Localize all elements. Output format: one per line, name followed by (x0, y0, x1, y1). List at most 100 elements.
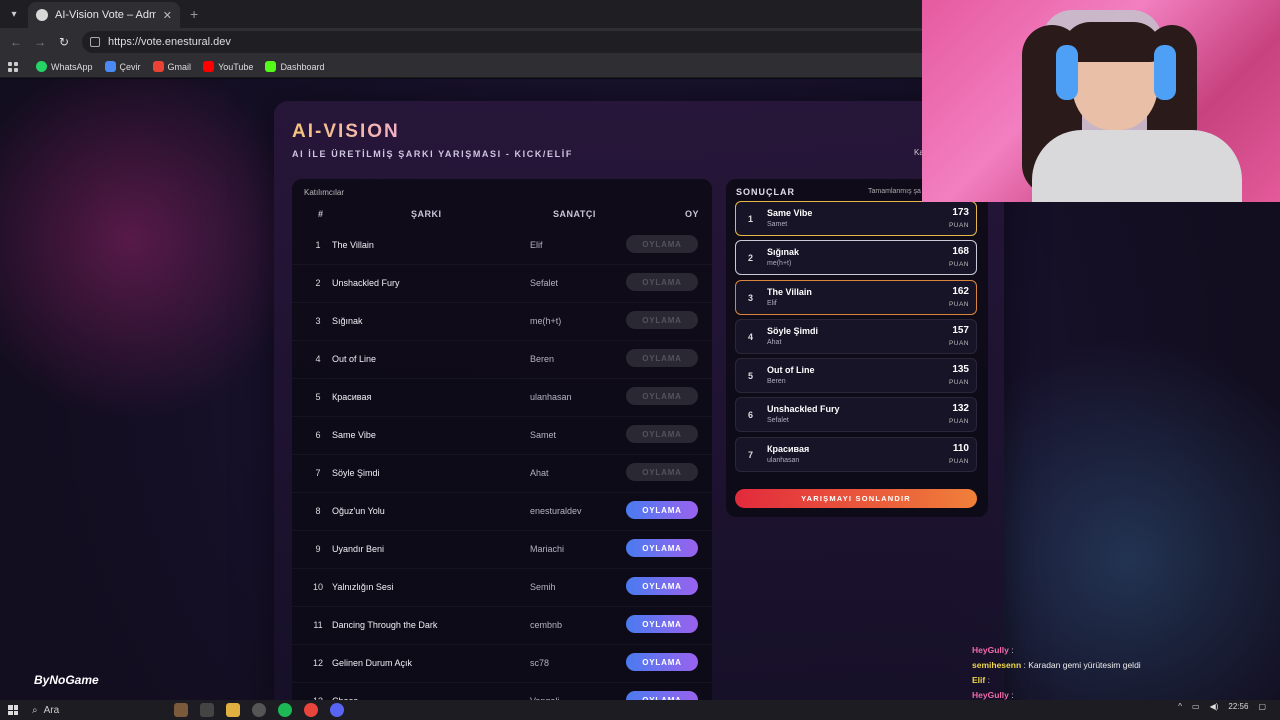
notification-icon[interactable]: ▢ (1258, 702, 1266, 711)
result-artist: ulanhasan (767, 456, 800, 464)
taskbar-widget-icon[interactable] (174, 703, 188, 717)
vote-button[interactable]: OYLAMA (626, 615, 698, 633)
youtube-icon (203, 61, 215, 72)
vote-button[interactable]: OYLAMA (626, 501, 698, 519)
row-song: The Villain (332, 240, 374, 250)
row-song: Unshackled Fury (332, 278, 400, 288)
chat-text: Karadan gemi yürütesim geldi (1028, 660, 1141, 670)
tab-title: AI-Vision Vote – Admin (55, 9, 156, 21)
chat-username: HeyGully (972, 690, 1009, 700)
result-rank: 2 (748, 253, 754, 264)
task-view-icon[interactable] (200, 703, 214, 717)
row-artist: Ahat (530, 468, 549, 478)
chat-separator: : (1008, 645, 1014, 655)
tab-search-chevron-icon[interactable]: ▾ (0, 0, 28, 28)
vote-button[interactable]: OYLAMA (626, 463, 698, 481)
column-header-song: ŞARKI (411, 209, 442, 219)
vote-button[interactable]: OYLAMA (626, 311, 698, 329)
row-song: Yalnızlığın Sesi (332, 582, 394, 592)
vote-button[interactable]: OYLAMA (626, 425, 698, 443)
table-row: 2 Unshackled Fury Sefalet OYLAMA (292, 265, 712, 303)
row-artist: Samet (530, 430, 557, 440)
vote-button[interactable]: OYLAMA (626, 235, 698, 253)
browser-tab[interactable]: AI-Vision Vote – Admin ✕ (28, 2, 180, 28)
row-artist: me(h+t) (530, 316, 562, 326)
vote-button[interactable]: OYLAMA (626, 653, 698, 671)
bookmark-youtube[interactable]: YouTube (203, 61, 253, 72)
row-number: 5 (315, 392, 321, 402)
chat-separator: : (985, 675, 990, 685)
table-row: 1 The Villain Elif OYLAMA (292, 227, 712, 265)
row-number: 9 (315, 544, 321, 554)
bookmark-dashboard[interactable]: Dashboard (265, 61, 324, 72)
network-icon[interactable]: ▭ (1192, 702, 1200, 711)
whatsapp-icon (36, 61, 47, 72)
result-rank: 3 (748, 292, 754, 303)
url-field[interactable]: https://vote.enestural.dev (82, 31, 982, 53)
windows-start-icon[interactable] (8, 705, 18, 715)
taskbar-search[interactable]: ⌕ Ara (32, 702, 162, 718)
spotify-icon[interactable] (278, 703, 292, 717)
bookmark-cevir[interactable]: Çevir (104, 61, 141, 72)
result-item: 3 The Villain Elif 162 PUAN (735, 279, 977, 315)
back-icon[interactable]: ← (6, 32, 26, 52)
result-points-label: PUAN (948, 261, 969, 269)
vote-button[interactable]: OYLAMA (626, 349, 698, 367)
system-tray: ^ ▭ ◀) 22:56 ▢ (1178, 702, 1266, 711)
row-song: Uyandır Beni (332, 544, 385, 554)
tab-close-icon[interactable]: ✕ (163, 9, 172, 22)
chat-separator: : (1008, 690, 1014, 700)
result-item: 5 Out of Line Beren 135 PUAN (735, 358, 977, 394)
result-points-label: PUAN (948, 379, 969, 387)
discord-icon[interactable] (330, 703, 344, 717)
apps-grid-icon[interactable] (8, 61, 18, 72)
taskbar-search-label: Ara (43, 704, 60, 716)
translate-icon (104, 61, 116, 72)
chat-username: semihesenn (972, 660, 1022, 670)
row-artist: sc78 (530, 658, 550, 668)
forward-icon[interactable]: → (30, 32, 50, 52)
tray-chevron-icon[interactable]: ^ (1178, 702, 1182, 711)
chat-message: semihesenn : Karadan gemi yürütesim geld… (972, 660, 1272, 675)
table-row: 11 Dancing Through the Dark cembnb OYLAMA (292, 607, 712, 645)
bookmark-gmail[interactable]: Gmail (152, 61, 191, 72)
vote-button[interactable]: OYLAMA (626, 387, 698, 405)
table-row: 9 Uyandır Beni Mariachi OYLAMA (292, 531, 712, 569)
vote-button[interactable]: OYLAMA (626, 539, 698, 557)
vote-button[interactable]: OYLAMA (626, 273, 698, 291)
result-rank: 7 (748, 449, 754, 460)
admin-card: AI-VISION AI İLE ÜRETİLMİŞ ŞARKI YARIŞMA… (274, 101, 1004, 701)
chrome-icon[interactable] (304, 703, 318, 717)
participants-heading: Katılımcılar (304, 188, 345, 197)
row-artist: Beren (530, 354, 555, 364)
reload-icon[interactable]: ↻ (54, 32, 74, 52)
site-info-icon[interactable] (90, 37, 100, 47)
obs-icon[interactable] (252, 703, 266, 717)
row-song: Dancing Through the Dark (332, 620, 438, 630)
webcam-overlay (922, 0, 1280, 202)
chat-username: HeyGully (972, 645, 1009, 655)
result-artist: me(h+t) (767, 260, 792, 268)
result-song: Unshackled Fury (767, 404, 840, 415)
column-header-vote: OY (685, 209, 700, 219)
result-item: 6 Unshackled Fury Sefalet 132 PUAN (735, 397, 977, 433)
new-tab-icon[interactable]: + (190, 6, 198, 22)
result-song: Красивая (767, 443, 810, 454)
bookmark-whatsapp[interactable]: WhatsApp (36, 61, 93, 72)
file-explorer-icon[interactable] (226, 703, 240, 717)
table-row: 5 Красивая ulanhasan OYLAMA (292, 379, 712, 417)
kick-icon (265, 61, 277, 72)
row-number: 3 (315, 316, 321, 326)
result-score: 110 (952, 442, 969, 454)
row-artist: ulanhasan (530, 392, 572, 402)
table-row: 13 Chaos Vangeli OYLAMA (292, 683, 712, 701)
vote-button[interactable]: OYLAMA (626, 577, 698, 595)
end-contest-button[interactable]: YARIŞMAYI SONLANDIR (735, 489, 977, 508)
result-item: 2 Sığınak me(h+t) 168 PUAN (735, 240, 977, 276)
row-artist: Mariachi (530, 544, 565, 554)
row-artist: Elif (530, 240, 543, 250)
clock[interactable]: 22:56 (1228, 702, 1248, 711)
volume-icon[interactable]: ◀) (1210, 702, 1219, 711)
headphone-left (1056, 45, 1078, 100)
result-score: 132 (952, 403, 969, 415)
